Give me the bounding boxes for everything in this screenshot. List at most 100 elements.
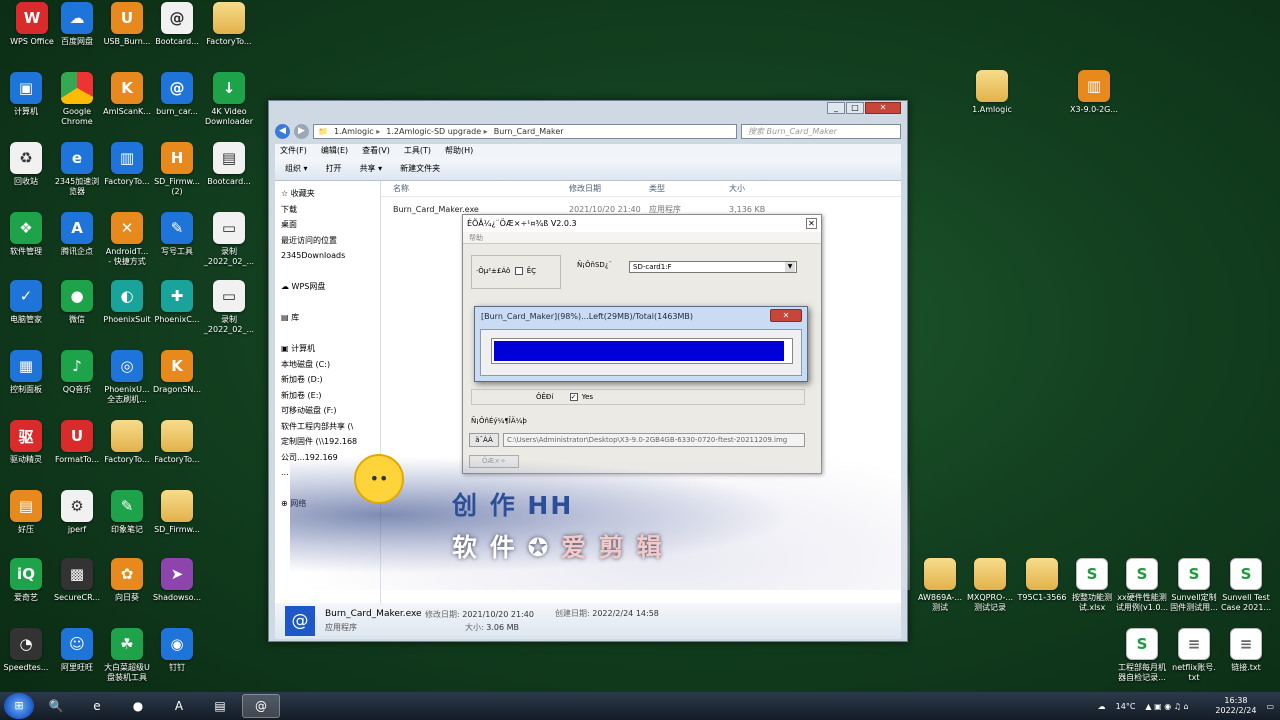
start-button[interactable]: ⊞ [4, 693, 34, 719]
desktop-icon-label: netflix账号. txt [1172, 663, 1216, 682]
desktop-icon-label: 工程部每月机 器自检记录... [1118, 663, 1166, 682]
taskbar-apps: 🔍 e ● A ▤ @ [34, 694, 280, 718]
address-bar[interactable]: 📁 1.Amlogic 1.2Amlogic-SD upgrade Burn_C… [313, 123, 737, 139]
breadcrumb-item[interactable]: 1.2Amlogic-SD upgrade [386, 127, 487, 136]
desktop-icon[interactable]: ▥ X3-9.0-2G... [1064, 70, 1124, 115]
nav-item[interactable]: 下载 [275, 202, 380, 218]
breadcrumb-item[interactable]: 1.Amlogic [334, 127, 380, 136]
desktop-icon[interactable]: FactoryTo... [199, 2, 259, 47]
back-button[interactable]: ◀ [275, 123, 290, 139]
burn-card-icon[interactable]: @ [242, 694, 280, 718]
nav-item[interactable]: ☁ WPS网盘 [275, 279, 380, 295]
details-name: Burn_Card_Maker.exe [325, 609, 422, 619]
burn-close-button[interactable]: ✕ [806, 218, 817, 229]
desktop-icon[interactable]: ✚ PhoenixC... [147, 280, 207, 325]
desktop-icon[interactable]: SD_Firmw... [147, 490, 207, 535]
clock[interactable]: 16:38 2022/2/24 [1215, 696, 1256, 716]
xlsx-icon: S [1230, 558, 1262, 590]
notification-icon[interactable]: ▭ [1266, 702, 1274, 711]
progress-close-button[interactable]: ✕ [770, 309, 802, 322]
progress-body [480, 329, 802, 376]
weather-temp[interactable]: 14°C [1116, 702, 1136, 711]
desktop-icon[interactable]: ↓ 4K Video Downloader [199, 72, 259, 127]
open-button[interactable]: 打开 [326, 163, 342, 174]
desktop-icon[interactable]: H SD_Firmw... (2) [147, 142, 207, 197]
menu-file[interactable]: 文件(F) [280, 145, 307, 156]
close-button[interactable]: ✕ [865, 102, 901, 114]
make-button[interactable]: ÖÆ×÷ [469, 455, 519, 468]
evernote-icon: ✎ [111, 490, 143, 522]
nav-item[interactable]: ... [275, 465, 380, 481]
taskbar: ⊞ 🔍 e ● A ▤ @ ☁ 14°C ▲ ▣ ◉ ♫ ⌂ 16:38 2022/2/2… [0, 692, 1280, 720]
help-menu[interactable]: 帮助 [463, 232, 821, 244]
nav-item[interactable]: ▤ 库 [275, 310, 380, 326]
column-type[interactable]: 类型 [649, 181, 729, 196]
desktop-icon[interactable]: ≡ netflix账号. txt [1164, 628, 1224, 683]
desktop-icon[interactable]: K DragonSN... [147, 350, 207, 395]
desktop-icon[interactable]: S Sunvell定制 固件测试用... [1164, 558, 1224, 613]
nav-item[interactable]: ▣ 计算机 [275, 341, 380, 357]
wechat-icon[interactable]: ● [119, 694, 157, 718]
nav-item[interactable]: 可移动磁盘 (F:) [275, 403, 380, 419]
column-name[interactable]: 名称 [393, 181, 569, 196]
ie-icon[interactable]: e [78, 694, 116, 718]
desktop-icon[interactable]: MXQPRO-... 测试记录 [960, 558, 1020, 613]
search-icon[interactable]: 🔍 [37, 694, 75, 718]
option-checkbox[interactable] [514, 267, 523, 275]
new-folder-button[interactable]: 新建文件夹 [400, 163, 440, 174]
folder-icon[interactable]: ▤ [201, 694, 239, 718]
desktop-icon[interactable]: Sxx硬件性能测 试用例(v1.0... [1112, 558, 1172, 613]
image-path-field[interactable]: C:\Users\Administrator\Desktop\X3-9.0-2G… [503, 433, 805, 447]
nav-item[interactable]: 定制固件 (\\192.168 [275, 434, 380, 450]
menu-help[interactable]: 帮助(H) [445, 145, 473, 156]
nav-item[interactable]: ☆ 收藏夹 [275, 186, 380, 202]
allow-row: ÔÊÐí ✓ Yes [471, 389, 805, 405]
desktop-icon[interactable]: @ burn_car... [147, 72, 207, 117]
desktop-icon[interactable]: ▭ 录制 _2022_02_... [199, 212, 259, 267]
column-date[interactable]: 修改日期 [569, 181, 649, 196]
partition-option-box: ·Öµ²±£Áô ÊÇ [471, 255, 561, 289]
haozip-icon: ▤ [10, 490, 42, 522]
nav-item[interactable]: 2345Downloads [275, 248, 380, 264]
menu-view[interactable]: 查看(V) [362, 145, 390, 156]
desktop-icon[interactable]: ◉ 钉钉 [147, 628, 207, 673]
desktop-icon[interactable]: S Sunvell Test Case 2021... [1216, 558, 1276, 613]
forward-button[interactable]: ▶ [294, 123, 309, 139]
desktop-icon[interactable]: S 工程部每月机 器自检记录... [1112, 628, 1172, 683]
nav-item[interactable]: 最近访问的位置 [275, 233, 380, 249]
browse-button[interactable]: ä¯ÀÀ [469, 433, 499, 447]
desktop-icon[interactable]: ➤ Shadowso... [147, 558, 207, 603]
search-input[interactable]: 搜索 Burn_Card_Maker [741, 123, 901, 139]
nav-item[interactable]: 新加卷 (D:) [275, 372, 380, 388]
desktop-icon-label: DragonSN... [152, 385, 202, 394]
allow-checkbox[interactable]: ✓ [569, 393, 578, 401]
minimize-button[interactable]: _ [827, 102, 845, 114]
nav-item[interactable]: 新加卷 (E:) [275, 388, 380, 404]
nav-item[interactable]: 公司...192.169 [275, 450, 380, 466]
nav-item[interactable]: ⊕ 网络 [275, 496, 380, 512]
breadcrumb-item[interactable]: Burn_Card_Maker [494, 127, 564, 136]
desktop-icon[interactable]: ✎ 写号工具 [147, 212, 207, 257]
weather-icon: ☁ [1097, 701, 1106, 711]
bootcard-icon: @ [161, 2, 193, 34]
details-pane: @ Burn_Card_Maker.exe 应用程序 修改日期: 2021/10… [275, 603, 901, 639]
desktop-icon[interactable]: 1.Amlogic [962, 70, 1022, 115]
nav-item[interactable]: 软件工程内部共享 (\ [275, 419, 380, 435]
desktop-icon[interactable]: FactoryTo... [147, 420, 207, 465]
tencent-qidian-icon[interactable]: A [160, 694, 198, 718]
desktop-icon[interactable]: @ Bootcard... [147, 2, 207, 47]
desktop-icon-label: 录制 _2022_02_... [203, 247, 255, 266]
nav-item[interactable]: 桌面 [275, 217, 380, 233]
organize-button[interactable]: 组织 ▾ [285, 163, 308, 174]
dabaicai-icon: ☘ [111, 628, 143, 660]
sd-card-select[interactable]: SD-card1:F [629, 261, 797, 273]
desktop-icon[interactable]: ≡ 链接.txt [1216, 628, 1276, 673]
desktop-icon[interactable]: ▤ Bootcard... [199, 142, 259, 187]
maximize-button[interactable]: □ [846, 102, 864, 114]
menu-tools[interactable]: 工具(T) [404, 145, 431, 156]
nav-item[interactable]: 本地磁盘 (C:) [275, 357, 380, 373]
menu-edit[interactable]: 编辑(E) [321, 145, 348, 156]
share-button[interactable]: 共享 ▾ [360, 163, 383, 174]
column-size[interactable]: 大小 [729, 181, 789, 196]
desktop-icon[interactable]: ▭ 录制 _2022_02_... [199, 280, 259, 335]
